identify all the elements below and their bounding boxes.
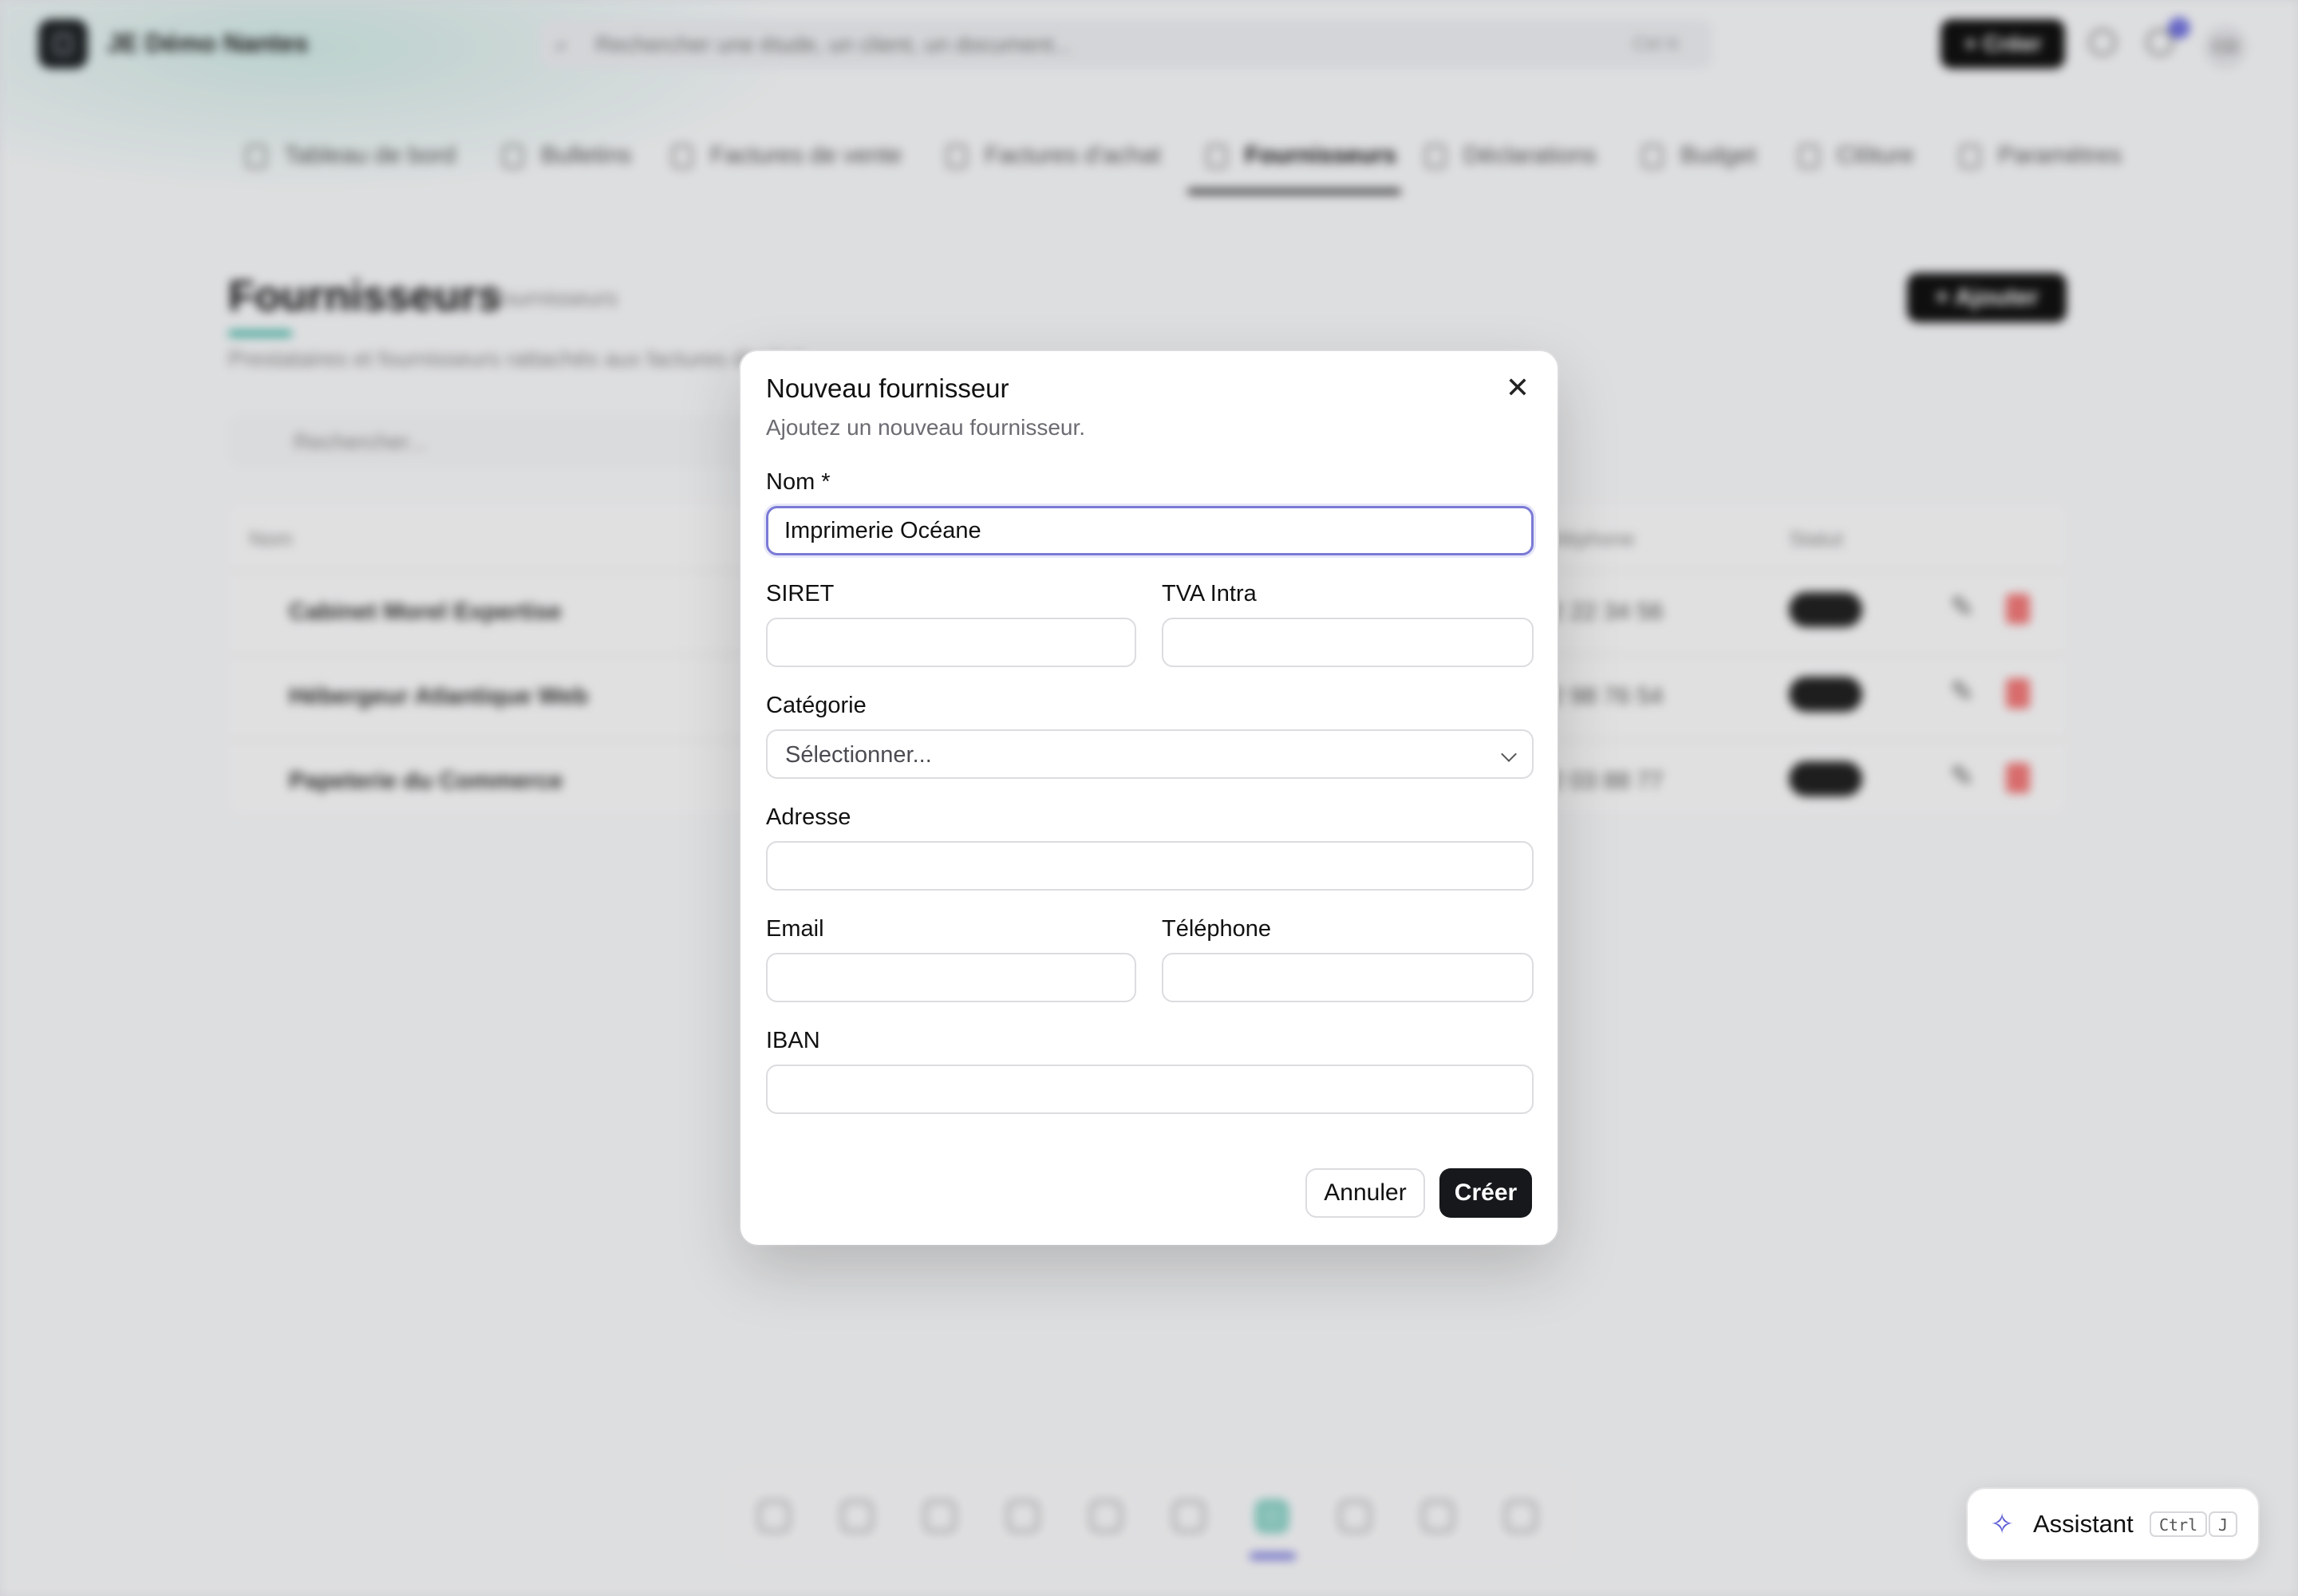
categorie-label: Catégorie	[766, 693, 867, 718]
tva-label: TVA Intra	[1162, 581, 1257, 606]
iban-input[interactable]	[766, 1065, 1534, 1114]
chevron-down-icon	[1501, 746, 1517, 762]
assistant-label: Assistant	[2033, 1510, 2134, 1538]
iban-label: IBAN	[766, 1028, 820, 1053]
shortcut-key-j: J	[2209, 1511, 2238, 1537]
dialog-description: Ajoutez un nouveau fournisseur.	[766, 415, 1086, 440]
categorie-select[interactable]: Sélectionner...	[766, 729, 1534, 779]
email-label: Email	[766, 916, 824, 942]
assistant-button[interactable]: ✧ Assistant Ctrl J	[1968, 1489, 2258, 1559]
nom-label: Nom *	[766, 469, 831, 495]
cancel-button[interactable]: Annuler	[1305, 1168, 1425, 1218]
adresse-input[interactable]	[766, 841, 1534, 891]
close-icon[interactable]: ✕	[1502, 372, 1534, 404]
telephone-label: Téléphone	[1162, 916, 1272, 942]
nom-input[interactable]	[766, 506, 1534, 555]
telephone-input[interactable]	[1162, 953, 1534, 1002]
tva-input[interactable]	[1162, 618, 1534, 667]
siret-label: SIRET	[766, 581, 835, 606]
email-field[interactable]	[766, 953, 1136, 1002]
dialog-title: Nouveau fournisseur	[766, 373, 1009, 403]
categorie-select-value: Sélectionner...	[785, 742, 932, 768]
siret-input[interactable]	[766, 618, 1136, 667]
adresse-label: Adresse	[766, 804, 851, 830]
new-supplier-dialog: Nouveau fournisseur Ajoutez un nouveau f…	[740, 351, 1558, 1245]
shortcut-key-ctrl: Ctrl	[2150, 1511, 2208, 1537]
create-supplier-button[interactable]: Créer	[1439, 1168, 1532, 1218]
sparkles-icon: ✧	[1990, 1507, 2015, 1540]
